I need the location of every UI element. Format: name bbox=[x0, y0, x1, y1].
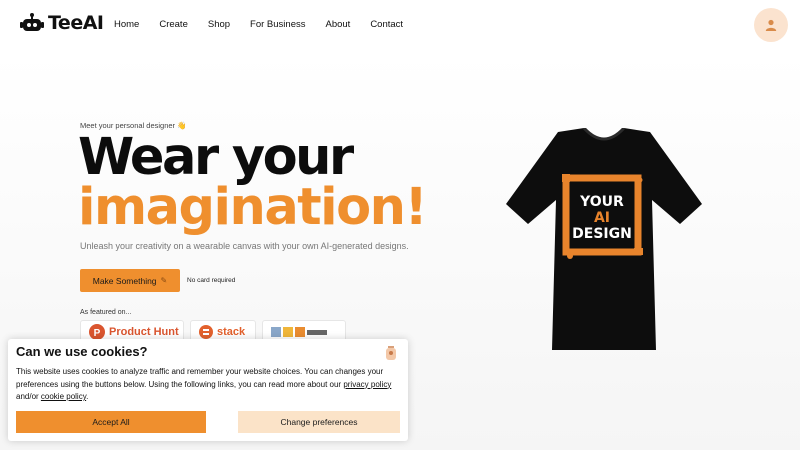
cookie-body-text: This website uses cookies to analyze tra… bbox=[16, 367, 384, 389]
no-card-note: No card required bbox=[187, 277, 236, 284]
stack-logo-icon bbox=[199, 325, 213, 339]
make-something-button[interactable]: Make Something ✎ bbox=[80, 269, 180, 292]
tshirt-mockup-image: YOUR AI DESIGN bbox=[506, 128, 702, 350]
pencil-icon: ✎ bbox=[160, 276, 168, 285]
frame-splatter-dot bbox=[637, 177, 643, 183]
account-avatar-button[interactable] bbox=[754, 8, 788, 42]
nav-about[interactable]: About bbox=[325, 19, 350, 30]
privacy-policy-link[interactable]: privacy policy bbox=[343, 380, 391, 389]
robot-icon bbox=[20, 13, 44, 31]
accept-all-button[interactable]: Accept All bbox=[16, 411, 206, 433]
frame-corner-splatter bbox=[634, 248, 643, 255]
brand-name: TeeAI bbox=[48, 12, 104, 34]
top-navbar: TeeAI Home Create Shop For Business Abou… bbox=[0, 0, 800, 52]
featured-badge-label: Product Hunt bbox=[109, 326, 179, 338]
change-preferences-button[interactable]: Change preferences bbox=[238, 411, 400, 433]
nav-for-business[interactable]: For Business bbox=[250, 19, 305, 30]
logo[interactable]: TeeAI bbox=[20, 12, 104, 34]
hero-headline-line2: imagination! bbox=[78, 178, 428, 237]
design-text-ai: AI bbox=[594, 210, 610, 226]
cookie-body-text: . bbox=[86, 392, 89, 401]
cookie-consent-banner: Can we use cookies? This website uses co… bbox=[8, 339, 408, 441]
nav-shop[interactable]: Shop bbox=[208, 19, 230, 30]
user-icon bbox=[765, 19, 777, 31]
featured-label: As featured on... bbox=[80, 309, 132, 316]
cookie-policy-link[interactable]: cookie policy bbox=[41, 392, 86, 401]
nav-create[interactable]: Create bbox=[159, 19, 188, 30]
svg-text:P: P bbox=[94, 328, 101, 339]
hero-subtitle: Unleash your creativity on a wearable ca… bbox=[80, 241, 409, 251]
cookie-banner-title: Can we use cookies? bbox=[16, 344, 148, 359]
cookie-body-text: and/or bbox=[16, 392, 41, 401]
frame-corner-splatter bbox=[562, 174, 570, 182]
frame-splatter-dot bbox=[567, 253, 573, 259]
featured-badge-label: stack bbox=[217, 326, 246, 338]
cookie-banner-text: This website uses cookies to analyze tra… bbox=[16, 366, 402, 404]
nav-home[interactable]: Home bbox=[114, 19, 139, 30]
main-nav: Home Create Shop For Business About Cont… bbox=[114, 19, 423, 30]
ranks-logo-icon bbox=[271, 327, 327, 337]
design-text-design: DESIGN bbox=[572, 226, 632, 242]
design-text-your: YOUR bbox=[579, 194, 624, 210]
product-hunt-logo-icon: P bbox=[89, 324, 105, 340]
make-something-label: Make Something bbox=[92, 275, 157, 286]
cookie-jar-icon bbox=[386, 346, 396, 360]
nav-contact[interactable]: Contact bbox=[370, 19, 403, 30]
